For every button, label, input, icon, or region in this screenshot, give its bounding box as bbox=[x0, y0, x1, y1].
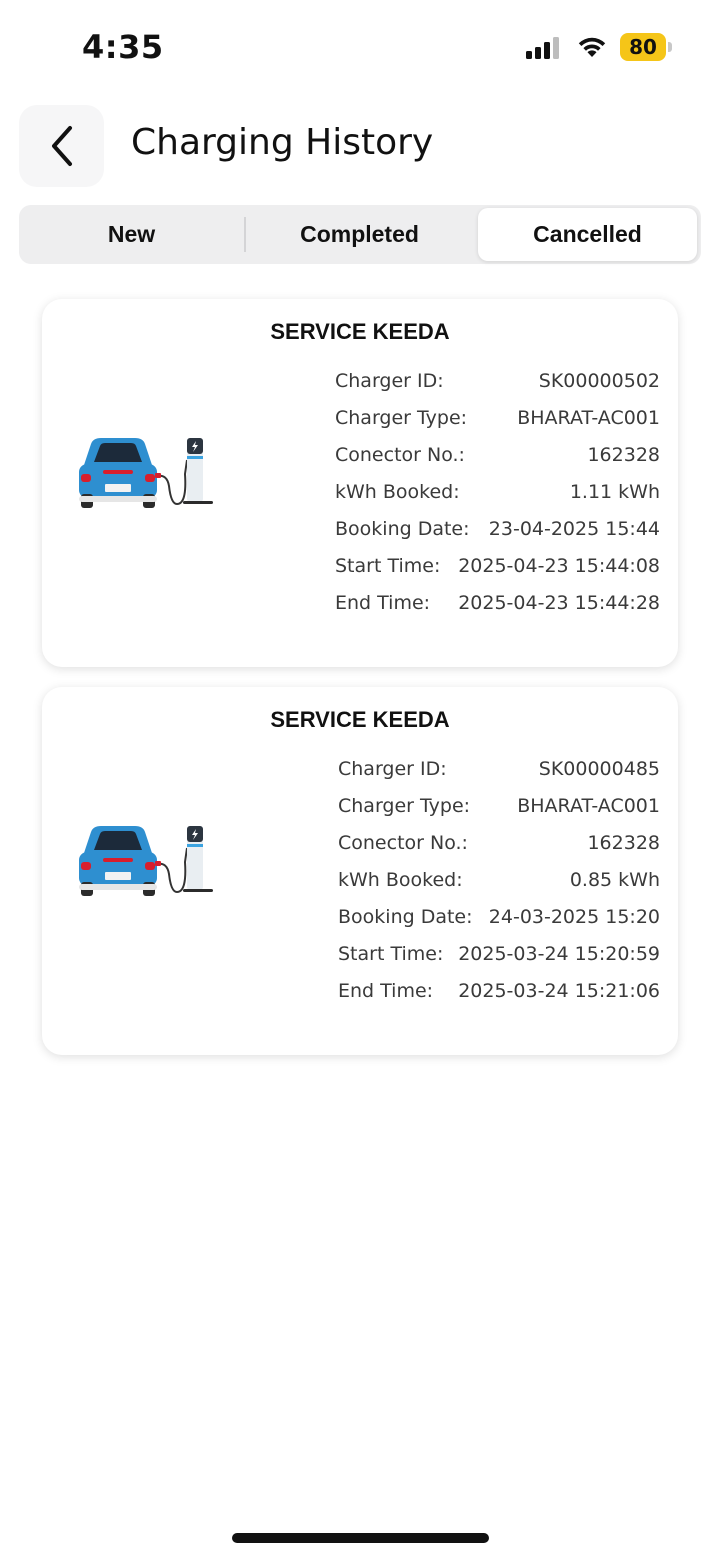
detail-label: kWh Booked: bbox=[338, 869, 463, 891]
detail-row: Start Time: 2025-04-23 15:44:08 bbox=[335, 548, 660, 585]
station-name: SERVICE KEEDA bbox=[270, 707, 450, 732]
detail-value: 2025-04-23 15:44:28 bbox=[458, 592, 660, 614]
ev-charging-icon bbox=[79, 826, 213, 896]
detail-value: SK00000502 bbox=[538, 370, 660, 392]
tab-completed[interactable]: Completed bbox=[247, 205, 472, 264]
detail-row: End Time: 2025-04-23 15:44:28 bbox=[335, 585, 660, 622]
detail-value: 1.11 kWh bbox=[569, 481, 660, 503]
detail-label: Charger ID: bbox=[335, 370, 444, 392]
detail-label: End Time: bbox=[338, 980, 434, 1002]
detail-value: BHARAT-AC001 bbox=[517, 407, 660, 429]
detail-label: kWh Booked: bbox=[335, 481, 460, 503]
detail-label: End Time: bbox=[335, 592, 431, 614]
detail-label: Conector No.: bbox=[335, 444, 465, 466]
detail-value: 2025-04-23 15:44:08 bbox=[458, 555, 660, 577]
battery-level: 80 bbox=[629, 35, 657, 59]
detail-value: 2025-03-24 15:20:59 bbox=[458, 943, 660, 965]
detail-row: Conector No.: 162328 bbox=[338, 825, 660, 862]
detail-label: Start Time: bbox=[335, 555, 441, 577]
ev-charging-icon bbox=[79, 438, 213, 508]
detail-label: Conector No.: bbox=[338, 832, 468, 854]
detail-row: Booking Date: 24-03-2025 15:20 bbox=[338, 899, 660, 936]
detail-value: 0.85 kWh bbox=[569, 869, 660, 891]
status-bar: 4:35 80 bbox=[0, 0, 720, 96]
detail-label: Booking Date: bbox=[338, 906, 473, 928]
detail-value: 23-04-2025 15:44 bbox=[488, 518, 660, 540]
detail-row: Charger Type: BHARAT-AC001 bbox=[338, 788, 660, 825]
detail-label: Charger ID: bbox=[338, 758, 447, 780]
status-time: 4:35 bbox=[82, 28, 164, 66]
cellular-signal-icon bbox=[526, 37, 559, 59]
detail-row: kWh Booked: 1.11 kWh bbox=[335, 474, 660, 511]
detail-row: Charger Type: BHARAT-AC001 bbox=[335, 400, 660, 437]
detail-row: Booking Date: 23-04-2025 15:44 bbox=[335, 511, 660, 548]
tab-new[interactable]: New bbox=[19, 205, 244, 264]
wifi-icon bbox=[578, 37, 606, 57]
detail-row: Charger ID: SK00000502 bbox=[335, 363, 660, 400]
back-button[interactable] bbox=[19, 105, 104, 187]
battery-icon: 80 bbox=[620, 33, 672, 61]
detail-value: 162328 bbox=[587, 444, 660, 466]
detail-row: Charger ID: SK00000485 bbox=[338, 751, 660, 788]
detail-label: Charger Type: bbox=[335, 407, 468, 429]
detail-row: Conector No.: 162328 bbox=[335, 437, 660, 474]
detail-value: 24-03-2025 15:20 bbox=[488, 906, 660, 928]
detail-row: Start Time: 2025-03-24 15:20:59 bbox=[338, 936, 660, 973]
detail-label: Charger Type: bbox=[338, 795, 471, 817]
detail-value: 2025-03-24 15:21:06 bbox=[458, 980, 660, 1002]
station-name: SERVICE KEEDA bbox=[270, 319, 450, 344]
home-indicator[interactable] bbox=[232, 1533, 489, 1543]
detail-value: BHARAT-AC001 bbox=[517, 795, 660, 817]
detail-value: 162328 bbox=[587, 832, 660, 854]
battery-cap bbox=[668, 42, 672, 52]
chevron-left-icon bbox=[51, 126, 72, 166]
history-tabs: New Completed Cancelled bbox=[19, 205, 701, 264]
detail-row: End Time: 2025-03-24 15:21:06 bbox=[338, 973, 660, 1010]
detail-label: Booking Date: bbox=[335, 518, 470, 540]
booking-card[interactable]: SERVICE KEEDA Charger ID: SK00000502 Cha… bbox=[42, 299, 678, 667]
booking-card[interactable]: SERVICE KEEDA Charger ID: SK00000485 Cha… bbox=[42, 687, 678, 1055]
tab-cancelled[interactable]: Cancelled bbox=[478, 208, 697, 261]
booking-details: Charger ID: SK00000485 Charger Type: BHA… bbox=[338, 751, 660, 1010]
detail-value: SK00000485 bbox=[538, 758, 660, 780]
booking-details: Charger ID: SK00000502 Charger Type: BHA… bbox=[335, 363, 660, 622]
detail-label: Start Time: bbox=[338, 943, 444, 965]
page-title: Charging History bbox=[131, 122, 434, 163]
tab-divider bbox=[244, 217, 246, 252]
detail-row: kWh Booked: 0.85 kWh bbox=[338, 862, 660, 899]
